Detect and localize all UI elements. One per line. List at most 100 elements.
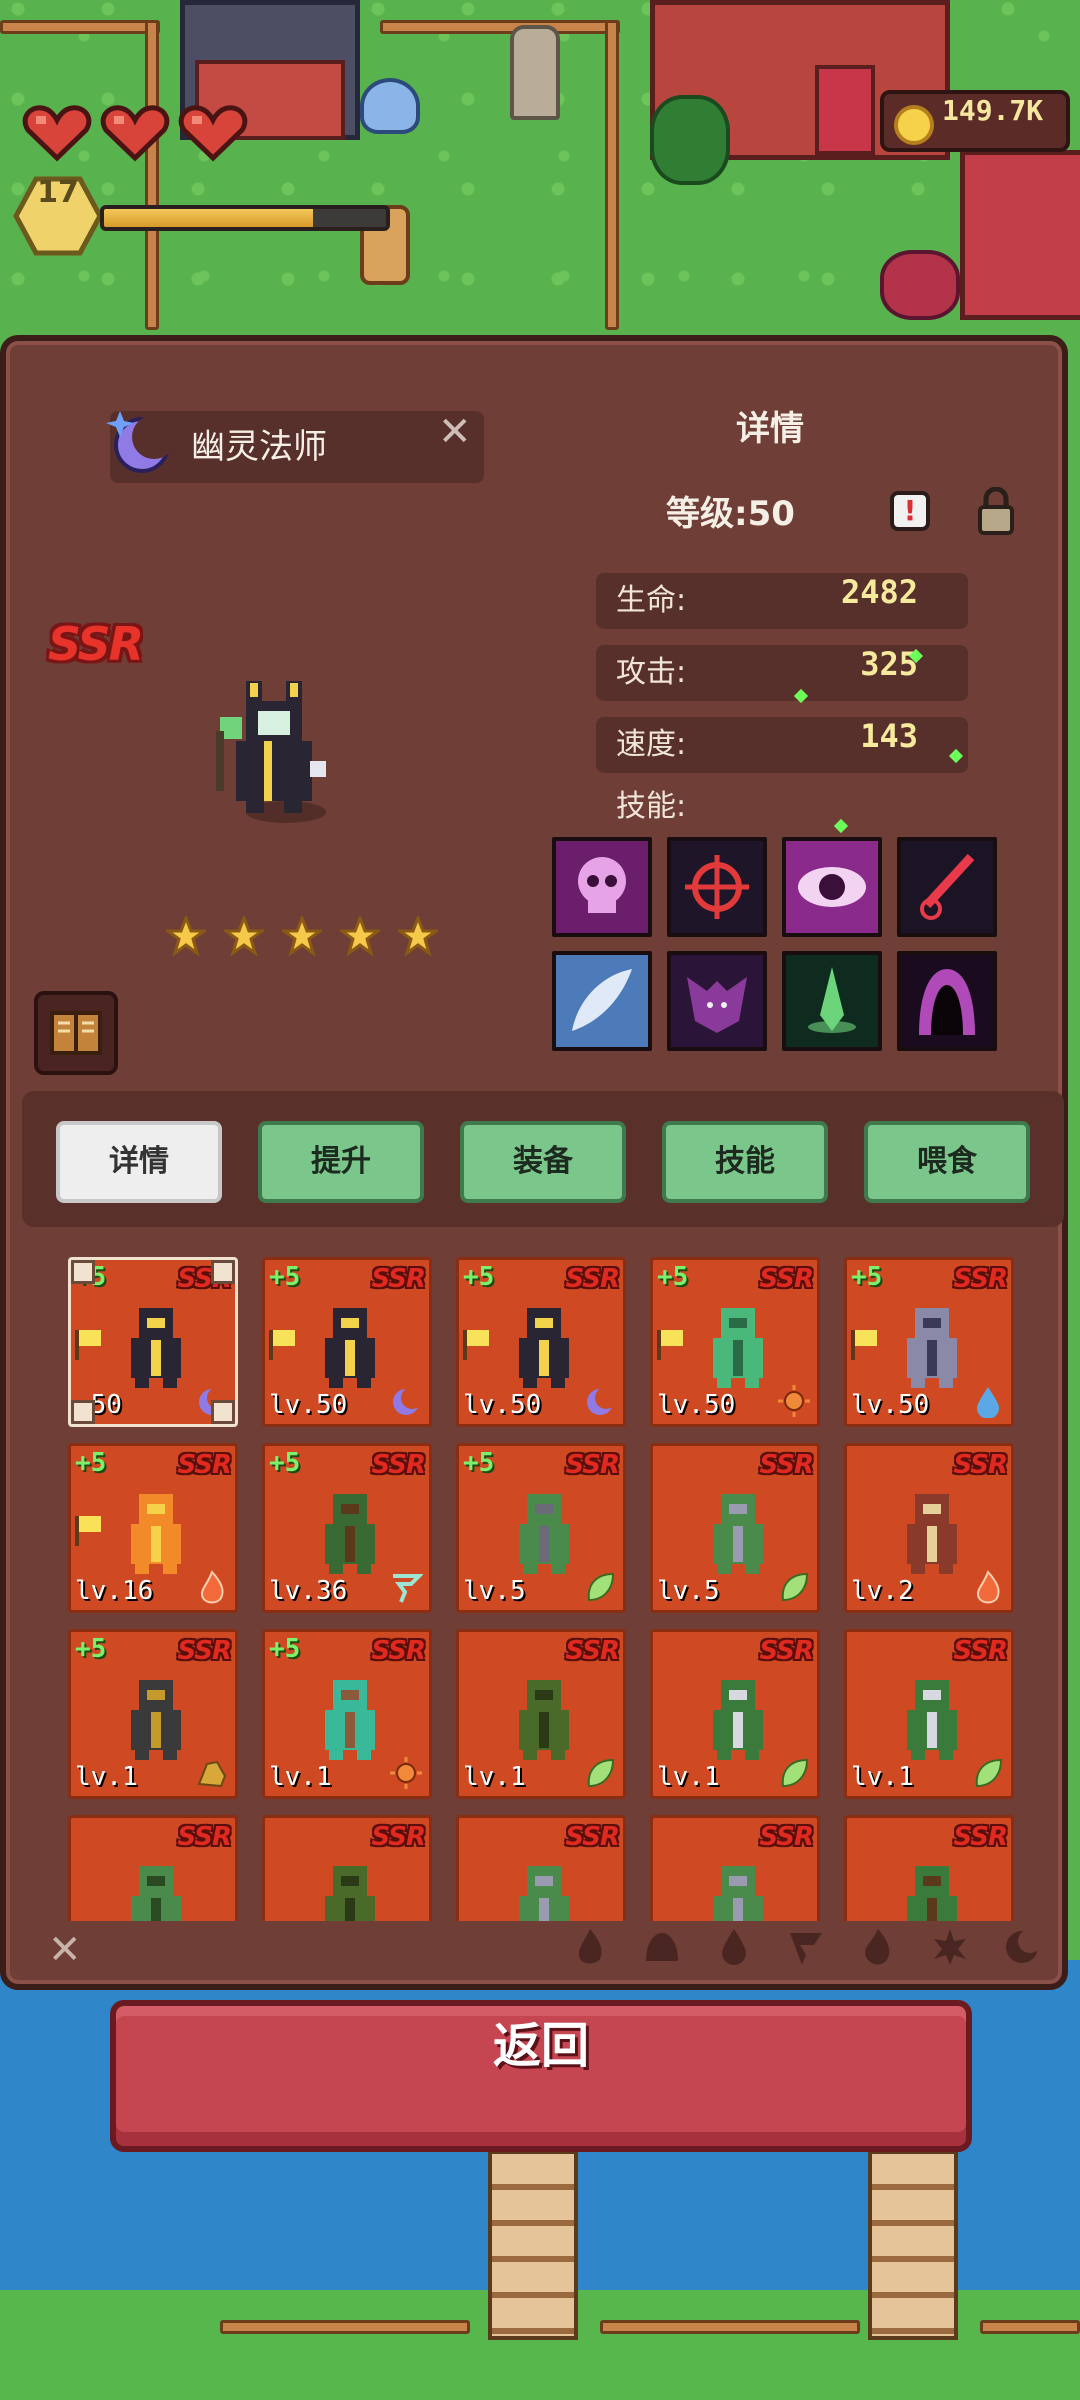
hero-level-label: lv.50 [463, 1390, 542, 1420]
skill-slot[interactable] [667, 837, 767, 937]
water-element-icon [977, 1387, 999, 1418]
close-icon[interactable]: ✕ [438, 409, 472, 455]
hero-card[interactable]: SSR lv.5 [650, 1443, 820, 1613]
star-icon [340, 916, 380, 956]
hero-card[interactable]: SSR lv.2 [844, 1443, 1014, 1613]
coin-counter[interactable]: 149.7K [880, 90, 1070, 152]
ghost-mage-sprite [216, 681, 326, 813]
tab-details[interactable]: 详情 [56, 1121, 222, 1203]
green-spirit-icon [808, 967, 856, 1033]
tab-feed[interactable]: 喂食 [864, 1121, 1030, 1203]
codex-button[interactable] [34, 991, 118, 1075]
hero-card[interactable]: +5 SSR lv.1 [68, 1629, 238, 1799]
rarity-label: SSR [371, 1450, 426, 1480]
flag-icon [75, 1330, 101, 1360]
hero-card[interactable]: +5 SSR lv.50 [844, 1257, 1014, 1427]
house-roof [960, 150, 1080, 320]
hero-card[interactable]: +5 SSR lv.5 [456, 1443, 626, 1613]
hero-level-label: lv.50 [657, 1390, 736, 1420]
red-bush [880, 250, 960, 320]
hero-card[interactable]: +5 SSR lv.1 [262, 1629, 432, 1799]
wind-filter-icon[interactable] [786, 1927, 826, 1967]
skill-slot[interactable] [782, 951, 882, 1051]
treant-sprite [325, 1866, 375, 1921]
hero-level-label: lv.2 [851, 1576, 914, 1606]
hero-card[interactable]: SSR [456, 1815, 626, 1921]
fence [605, 20, 619, 330]
blue-slime-npc[interactable] [360, 78, 420, 134]
rock-golem-sprite [131, 1680, 181, 1760]
earth-filter-icon[interactable] [642, 1927, 682, 1967]
stat-hp-label: 生命: [616, 583, 687, 618]
enhance-level: +5 [75, 1448, 107, 1478]
moon-filter-icon[interactable] [1002, 1927, 1042, 1967]
skill-slot[interactable] [552, 837, 652, 937]
selection-corner [71, 1400, 95, 1424]
skill-slot[interactable] [897, 951, 997, 1051]
skill-slot[interactable] [782, 837, 882, 937]
hero-card[interactable]: SSR [68, 1815, 238, 1921]
hero-card[interactable]: +5 SSR lv.50 [456, 1257, 626, 1427]
hero-card[interactable]: +5 SSR lv.50 [262, 1257, 432, 1427]
water-filter-icon[interactable] [714, 1927, 754, 1967]
stat-speed-value: 143 [860, 717, 918, 755]
lock-icon[interactable] [976, 487, 1016, 535]
hero-card[interactable]: SSR lv.1 [456, 1629, 626, 1799]
hero-card[interactable]: SSR [844, 1815, 1014, 1921]
stat-hp: 生命: 2482 [596, 573, 968, 629]
clear-filter-icon[interactable]: ✕ [48, 1927, 82, 1973]
hero-level-label: lv.1 [657, 1762, 720, 1792]
hero-level-label: lv.16 [75, 1576, 154, 1606]
hero-card[interactable]: +5 SSR lv.36 [262, 1443, 432, 1613]
orc-spearman-sprite [907, 1680, 957, 1760]
hero-card[interactable]: SSR [262, 1815, 432, 1921]
tree [650, 95, 730, 185]
alert-icon[interactable]: ! [890, 491, 930, 531]
tab-bar: 详情 提升 装备 技能 喂食 [22, 1091, 1064, 1227]
rarity-label: SSR [565, 1450, 620, 1480]
treant-sprite [519, 1680, 569, 1760]
fire-element-icon [201, 1570, 224, 1604]
heart-icon [178, 104, 248, 162]
enhance-level: +5 [657, 1262, 689, 1292]
goblin-archer-sprite [325, 1494, 375, 1574]
ghost-mage-sprite [131, 1308, 181, 1388]
moon-element-icon [587, 1387, 617, 1415]
back-button[interactable]: 返回 [110, 2000, 972, 2152]
hero-card[interactable]: +5 SSR lv.50 [650, 1257, 820, 1427]
deer-spirit-sprite [325, 1680, 375, 1760]
tab-skills[interactable]: 技能 [662, 1121, 828, 1203]
hero-card[interactable]: +5SSR.50 [68, 1257, 238, 1427]
tab-equipment[interactable]: 装备 [460, 1121, 626, 1203]
stat-speed-label: 速度: [616, 727, 687, 762]
star-icon [224, 916, 264, 956]
tab-upgrade[interactable]: 提升 [258, 1121, 424, 1203]
moon-element-icon [106, 411, 174, 473]
skill-slot[interactable] [552, 951, 652, 1051]
back-button-label: 返回 [492, 2018, 589, 2074]
rarity-label: SSR [565, 1822, 620, 1852]
flame-filter-icon[interactable] [858, 1927, 898, 1967]
goblin-sprite [131, 1866, 181, 1921]
sun-element-icon [390, 1757, 422, 1789]
hero-card[interactable]: SSR lv.1 [844, 1629, 1014, 1799]
fire-filter-icon[interactable] [570, 1927, 610, 1967]
skills-grid [552, 837, 997, 1051]
book-icon [50, 1011, 102, 1055]
stat-attack-label: 攻击: [616, 655, 687, 690]
fence [0, 20, 160, 34]
hero-card[interactable]: SSR [650, 1815, 820, 1921]
hero-card[interactable]: +5 SSR lv.16 [68, 1443, 238, 1613]
rarity-label: SSR [177, 1636, 232, 1666]
enhance-level: +5 [463, 1448, 495, 1478]
skill-slot[interactable] [897, 837, 997, 937]
skills-label: 技能: [616, 789, 687, 824]
skill-slot[interactable] [667, 951, 767, 1051]
panel-title: 详情 [736, 409, 804, 449]
hero-level-label: lv.5 [463, 1576, 526, 1606]
orc-spearman-sprite [713, 1680, 763, 1760]
hero-level: 等级:50 [666, 494, 795, 534]
sun-filter-icon[interactable] [930, 1927, 970, 1967]
hero-card[interactable]: SSR lv.1 [650, 1629, 820, 1799]
goblin-rider-sprite [713, 1494, 763, 1574]
